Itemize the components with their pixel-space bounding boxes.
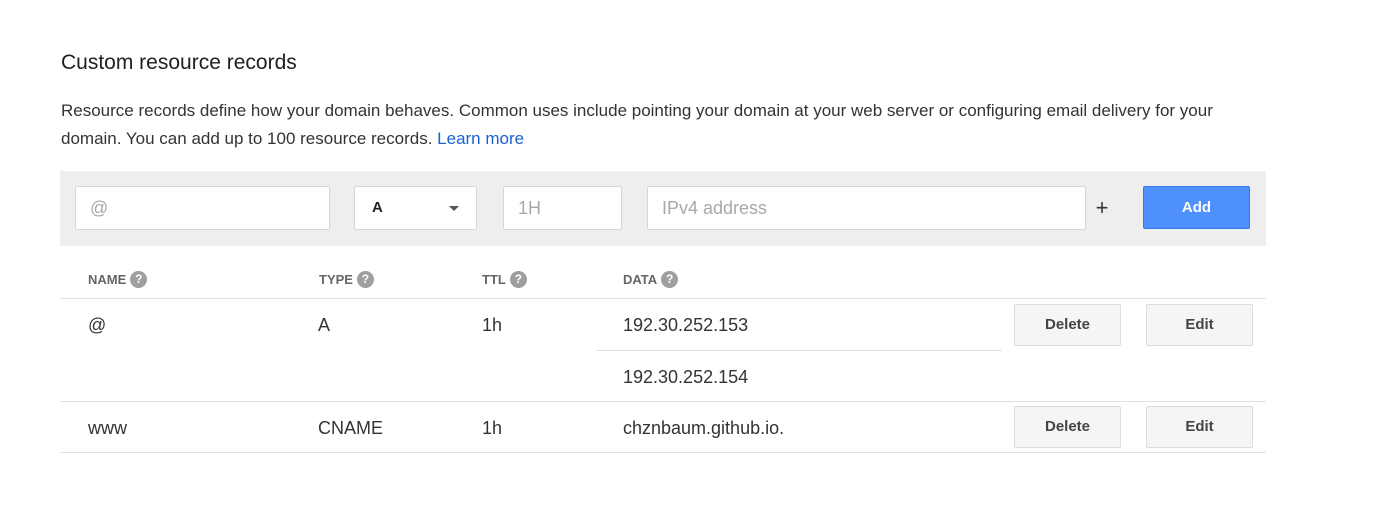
data-divider <box>596 350 1002 351</box>
description-text: Resource records define how your domain … <box>61 101 1213 148</box>
column-header-data: DATA ? <box>623 271 679 288</box>
record-type: CNAME <box>318 418 384 438</box>
learn-more-link[interactable]: Learn more <box>437 129 524 148</box>
help-icon[interactable]: ? <box>356 271 374 288</box>
name-input[interactable]: @ <box>75 186 330 230</box>
column-header-data-label: DATA <box>623 272 658 287</box>
record-ttl: 1h <box>482 418 503 438</box>
add-button[interactable]: Add <box>1143 186 1250 229</box>
table-divider <box>60 452 1266 453</box>
column-header-type: TYPE ? <box>319 271 374 288</box>
delete-button[interactable]: Delete <box>1014 406 1121 448</box>
type-select-value: A <box>372 199 383 216</box>
ttl-input[interactable]: 1H <box>503 186 622 230</box>
column-header-type-label: TYPE <box>319 272 353 287</box>
column-header-name: NAME ? <box>88 271 148 288</box>
section-title: Custom resource records <box>61 51 297 74</box>
help-icon[interactable]: ? <box>509 271 527 288</box>
record-ttl: 1h <box>482 315 503 335</box>
delete-button[interactable]: Delete <box>1014 304 1121 346</box>
add-record-bar: @ A 1H IPv4 address + Add <box>60 171 1266 246</box>
table-divider <box>60 401 1266 402</box>
edit-button[interactable]: Edit <box>1146 304 1253 346</box>
record-data: 192.30.252.154 <box>623 367 749 387</box>
table-divider <box>60 298 1266 299</box>
column-header-ttl: TTL ? <box>482 271 527 288</box>
column-header-name-label: NAME <box>88 272 127 287</box>
record-name: @ <box>88 315 107 335</box>
help-icon[interactable]: ? <box>130 271 148 288</box>
edit-button[interactable]: Edit <box>1146 406 1253 448</box>
help-icon[interactable]: ? <box>661 271 679 288</box>
section-description: Resource records define how your domain … <box>61 97 1261 153</box>
record-data: chznbaum.github.io. <box>623 418 785 438</box>
record-data: 192.30.252.153 <box>623 315 749 335</box>
record-name: www <box>88 418 127 438</box>
type-select[interactable]: A <box>354 186 477 230</box>
data-input[interactable]: IPv4 address <box>647 186 1086 230</box>
chevron-down-icon <box>449 206 459 211</box>
column-header-ttl-label: TTL <box>482 272 506 287</box>
add-data-plus-icon[interactable]: + <box>1094 193 1110 223</box>
record-type: A <box>318 315 331 335</box>
